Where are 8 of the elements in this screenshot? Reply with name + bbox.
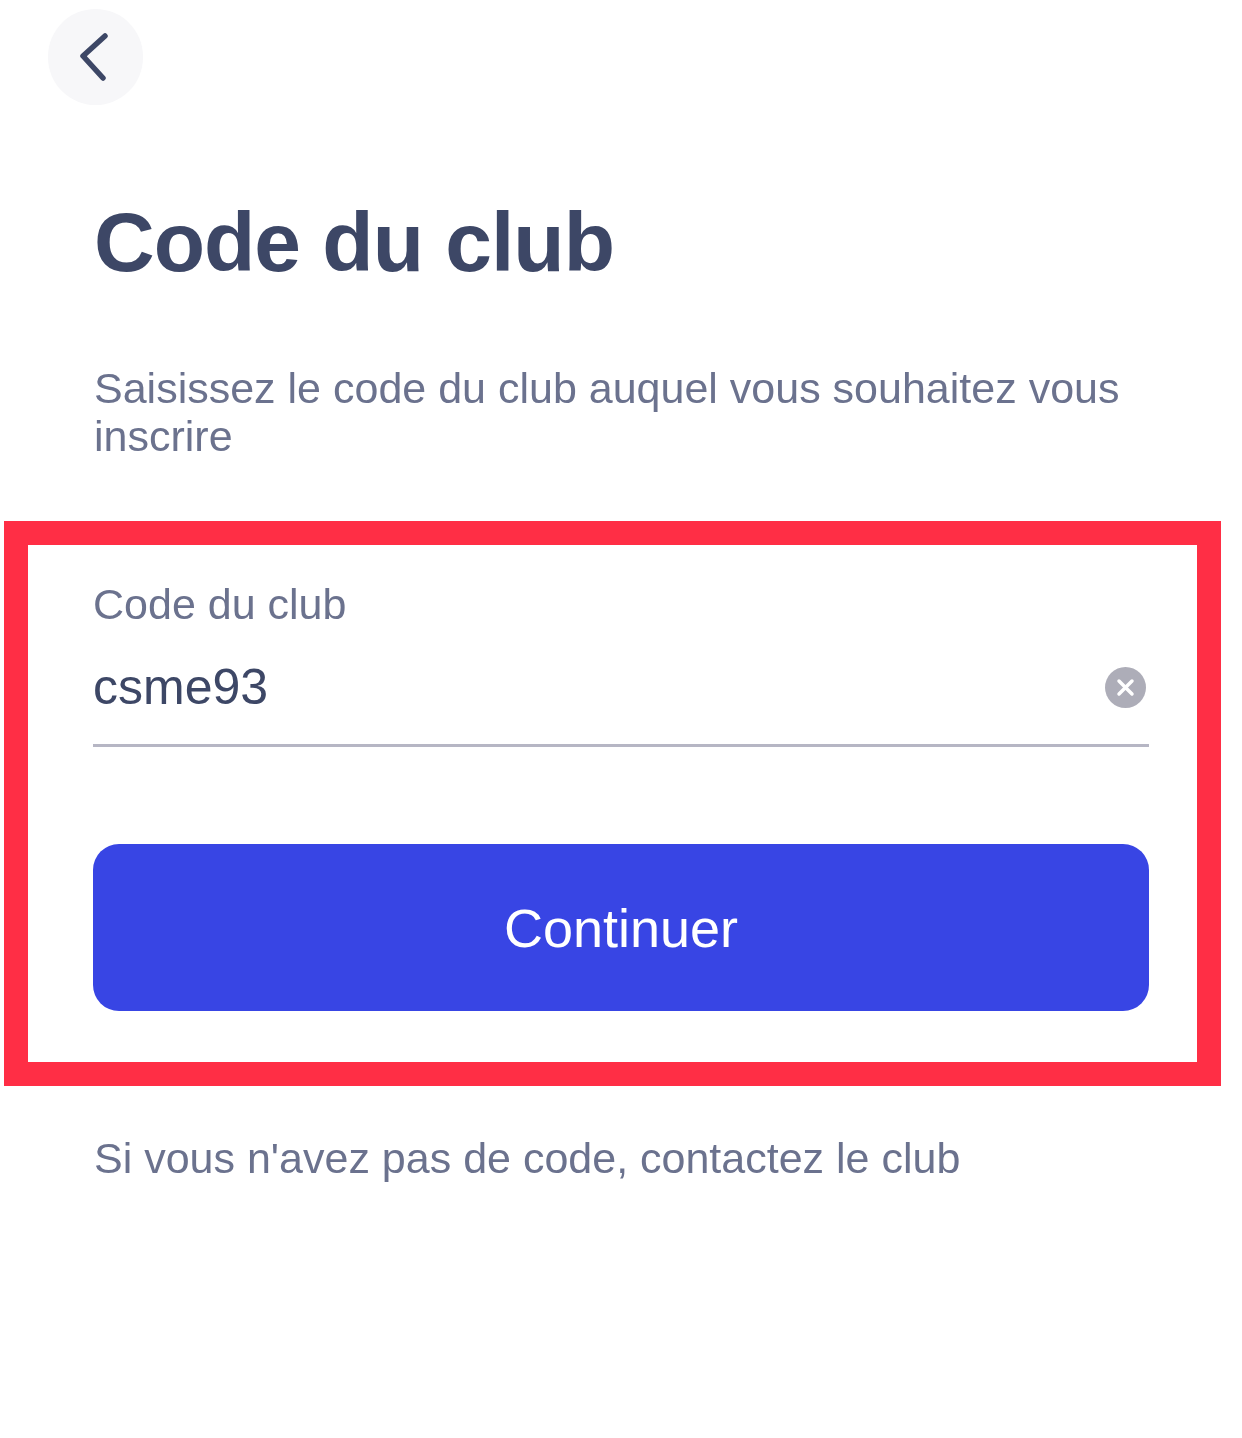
field-label: Code du club	[93, 580, 347, 628]
back-chevron-icon	[78, 33, 109, 81]
instruction-text: Saisissez le code du club auquel vous souhaitez vous inscrire	[94, 364, 1121, 460]
club-code-field[interactable]: csme93	[93, 659, 1149, 747]
help-text: Si vous n'avez pas de code, contactez le club	[94, 1134, 961, 1182]
continue-button[interactable]: Continuer	[93, 844, 1149, 1011]
field-value: csme93	[93, 659, 269, 715]
page-title: Code du club	[94, 198, 614, 286]
